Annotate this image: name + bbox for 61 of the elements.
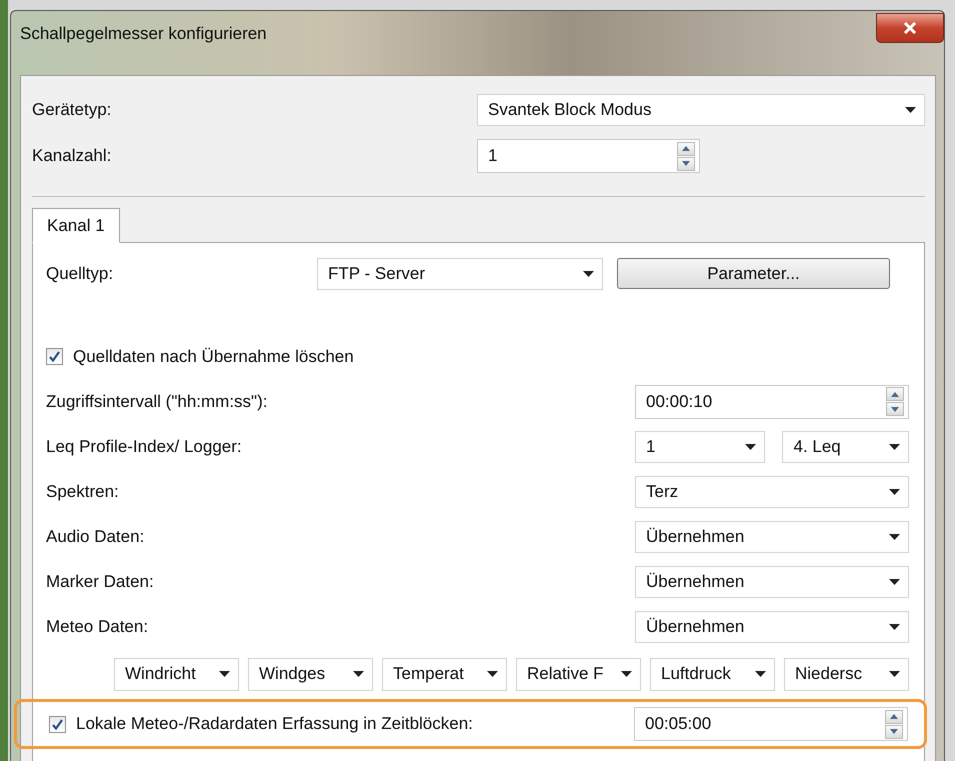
dropdown[interactable]: Übernehmen xyxy=(635,520,909,552)
dropdown[interactable]: 4. Leq xyxy=(782,430,909,462)
dropdown[interactable]: Relative F xyxy=(516,658,641,690)
dropdown-caret-icon[interactable] xyxy=(219,671,230,677)
dropdown[interactable]: 1 xyxy=(635,430,766,462)
dropdown-caret-icon[interactable] xyxy=(755,671,766,677)
dropdown[interactable]: Niedersc xyxy=(784,658,909,690)
field-label: Leq Profile-Index/ Logger: xyxy=(46,436,243,456)
checkbox-label: Lokale Meteo-/Radardaten Erfassung in Zeitblöcken: xyxy=(76,714,474,734)
spin-down-button[interactable] xyxy=(677,156,695,170)
dropdown-caret-icon[interactable] xyxy=(889,624,900,630)
down-triangle-icon xyxy=(890,729,898,734)
field-label: Marker Daten: xyxy=(46,572,155,592)
parameter-button[interactable]: Parameter... xyxy=(617,258,890,289)
dropdown-caret-icon[interactable] xyxy=(583,270,594,276)
dropdown-caret-icon[interactable] xyxy=(905,107,916,113)
checkbox-label: Quelldaten nach Übernahme löschen xyxy=(73,346,354,366)
spin-up-button[interactable] xyxy=(677,142,695,156)
dropdown[interactable]: Übernehmen xyxy=(635,610,909,642)
window-title: Schallpegelmesser konfigurieren xyxy=(20,24,267,44)
field-label: Gerätetyp: xyxy=(32,100,112,120)
dropdown-caret-icon[interactable] xyxy=(621,671,632,677)
dropdown[interactable]: Temperat xyxy=(382,658,507,690)
field-label: Kanalzahl: xyxy=(32,146,112,166)
up-triangle-icon xyxy=(890,714,898,719)
dropdown[interactable]: Windricht xyxy=(114,658,239,690)
field-label: Meteo Daten: xyxy=(46,616,150,636)
dropdown-caret-icon[interactable] xyxy=(889,578,900,584)
dropdown-caret-icon[interactable] xyxy=(889,671,900,677)
dropdown-caret-icon[interactable] xyxy=(487,671,498,677)
dropdown-caret-icon[interactable] xyxy=(745,444,756,450)
number-spinner-field[interactable]: 1 xyxy=(477,139,700,173)
dropdown[interactable]: Terz xyxy=(635,476,909,508)
down-triangle-icon xyxy=(682,161,690,166)
field-label: Quelltyp: xyxy=(46,264,114,284)
spin-down-button[interactable] xyxy=(886,402,904,416)
dropdown[interactable]: Windges xyxy=(248,658,373,690)
down-triangle-icon xyxy=(891,406,899,412)
time-spinner-field[interactable]: 00:05:00 xyxy=(634,707,908,741)
up-triangle-icon xyxy=(682,146,690,151)
spin-up-button[interactable] xyxy=(886,387,904,401)
checkbox[interactable] xyxy=(49,716,66,732)
dropdown-caret-icon[interactable] xyxy=(889,488,900,494)
field-label: Zugriffsintervall ("hh:mm:ss"): xyxy=(46,392,268,412)
dropdown[interactable]: Übernehmen xyxy=(635,566,909,598)
close-icon xyxy=(903,22,917,34)
close-button[interactable] xyxy=(876,13,944,43)
up-triangle-icon xyxy=(891,392,899,396)
spin-down-button[interactable] xyxy=(885,724,903,738)
field-label: Audio Daten: xyxy=(46,526,146,546)
dropdown[interactable]: Svantek Block Modus xyxy=(477,94,925,126)
dropdown-caret-icon[interactable] xyxy=(889,444,900,450)
dropdown-caret-icon[interactable] xyxy=(889,534,900,540)
field-label: Spektren: xyxy=(46,482,120,502)
dropdown[interactable]: FTP - Server xyxy=(317,258,603,290)
spin-up-button[interactable] xyxy=(885,710,903,724)
time-spinner-field[interactable]: 00:00:10 xyxy=(635,384,909,418)
dropdown[interactable]: Luftdruck xyxy=(650,658,775,690)
checkbox[interactable] xyxy=(46,348,63,365)
dropdown-caret-icon[interactable] xyxy=(353,671,364,677)
tab[interactable]: Kanal 1 xyxy=(32,208,120,243)
